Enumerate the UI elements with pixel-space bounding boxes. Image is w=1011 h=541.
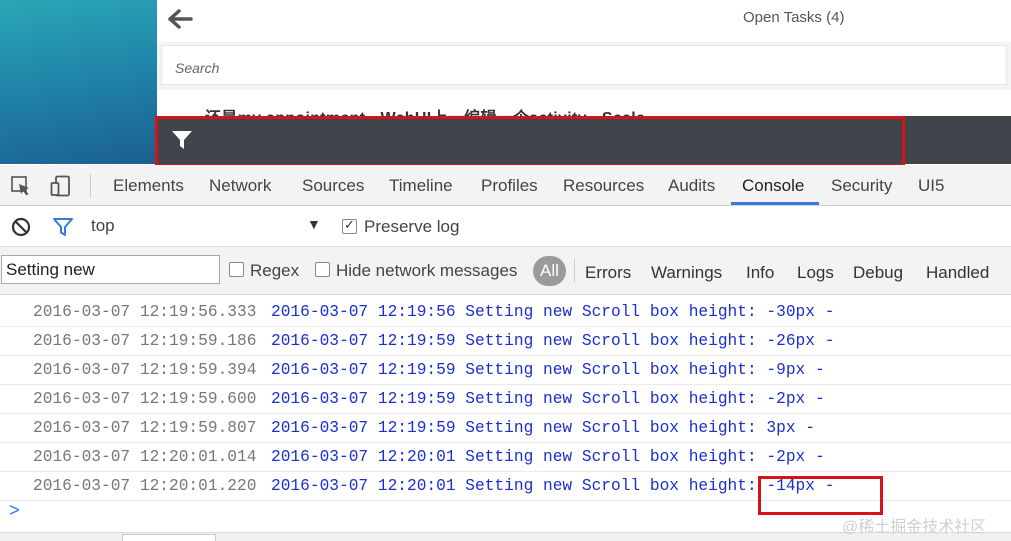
hide-network-label: Hide network messages (336, 261, 518, 280)
console-filter-bar: Regex Hide network messages All Errors W… (0, 247, 1011, 295)
log-message: 2016-03-07 12:20:01 Setting new Scroll b… (271, 477, 835, 495)
regex-checkbox[interactable] (229, 262, 244, 277)
log-message: 2016-03-07 12:19:59 Setting new Scroll b… (271, 390, 825, 408)
log-row: 2016-03-07 12:19:59.394 2016-03-07 12:19… (0, 356, 1011, 385)
tab-timeline[interactable]: Timeline (389, 176, 453, 196)
log-row: 2016-03-07 12:19:59.600 2016-03-07 12:19… (0, 385, 1011, 414)
annotation-highlight-filter-bar (155, 116, 905, 167)
app-header: Open Tasks (4) (157, 0, 1011, 43)
tab-network[interactable]: Network (209, 176, 271, 196)
tab-sources[interactable]: Sources (302, 176, 364, 196)
toolbar-divider (90, 174, 91, 198)
console-toolbar: top ▼ Preserve log (0, 206, 1011, 247)
log-row: 2016-03-07 12:19:56.333 2016-03-07 12:19… (0, 298, 1011, 327)
search-input[interactable]: Search (161, 45, 1007, 85)
active-tab-indicator (731, 202, 819, 205)
regex-label: Regex (250, 261, 300, 280)
level-info-button[interactable]: Info (746, 263, 774, 283)
devtools-tab-bar: Elements Network Sources Timeline Profil… (0, 165, 1011, 206)
console-prompt[interactable]: > (9, 502, 20, 522)
tab-security[interactable]: Security (831, 176, 892, 196)
app-side-panel (0, 0, 157, 164)
level-all-button[interactable]: All (533, 256, 566, 286)
level-logs-button[interactable]: Logs (797, 263, 834, 283)
preserve-log-checkbox[interactable] (342, 217, 357, 234)
back-arrow-icon[interactable] (167, 8, 193, 30)
tab-profiles[interactable]: Profiles (481, 176, 538, 196)
tab-audits[interactable]: Audits (668, 176, 715, 196)
watermark: @稀土掘金技术社区 (842, 519, 987, 536)
clear-console-icon[interactable] (10, 216, 32, 238)
inspect-element-icon[interactable] (10, 175, 32, 197)
log-message: 2016-03-07 12:20:01 Setting new Scroll b… (271, 448, 825, 466)
annotation-highlight-value (758, 476, 883, 515)
log-row: 2016-03-07 12:20:01.014 2016-03-07 12:20… (0, 443, 1011, 472)
context-dropdown-arrow-icon[interactable]: ▼ (307, 216, 321, 232)
log-timestamp: 2016-03-07 12:20:01.220 (33, 477, 257, 495)
tab-elements[interactable]: Elements (113, 176, 184, 196)
log-timestamp: 2016-03-07 12:20:01.014 (33, 448, 257, 466)
log-timestamp: 2016-03-07 12:19:59.807 (33, 419, 257, 437)
log-timestamp: 2016-03-07 12:19:59.186 (33, 332, 257, 350)
level-warnings-button[interactable]: Warnings (651, 263, 722, 283)
page-title: Open Tasks (4) (743, 9, 845, 26)
log-timestamp: 2016-03-07 12:19:56.333 (33, 303, 257, 321)
preserve-log-label: Preserve log (364, 217, 460, 236)
search-placeholder: Search (175, 60, 220, 76)
log-message: 2016-03-07 12:19:59 Setting new Scroll b… (271, 361, 825, 379)
level-divider (574, 259, 575, 283)
log-message: 2016-03-07 12:19:56 Setting new Scroll b… (271, 303, 835, 321)
console-filter-input[interactable] (1, 255, 220, 284)
log-row: 2016-03-07 12:19:59.807 2016-03-07 12:19… (0, 414, 1011, 443)
log-message: 2016-03-07 12:19:59 Setting new Scroll b… (271, 419, 815, 437)
log-message: 2016-03-07 12:19:59 Setting new Scroll b… (271, 332, 835, 350)
console-log: 2016-03-07 12:19:56.333 2016-03-07 12:19… (0, 298, 1011, 501)
context-selector[interactable]: top (91, 216, 115, 236)
tab-resources[interactable]: Resources (563, 176, 644, 196)
device-mode-icon[interactable] (50, 175, 72, 197)
log-timestamp: 2016-03-07 12:19:59.600 (33, 390, 257, 408)
log-timestamp: 2016-03-07 12:19:59.394 (33, 361, 257, 379)
log-row: 2016-03-07 12:19:59.186 2016-03-07 12:19… (0, 327, 1011, 356)
level-errors-button[interactable]: Errors (585, 263, 631, 283)
level-handled-button[interactable]: Handled (926, 263, 989, 283)
filter-toggle-icon[interactable] (52, 216, 74, 238)
tab-console[interactable]: Console (742, 176, 804, 196)
search-area: Search (157, 42, 1011, 90)
hide-network-checkbox[interactable] (315, 262, 330, 277)
tab-ui5[interactable]: UI5 (918, 176, 944, 196)
level-debug-button[interactable]: Debug (853, 263, 903, 283)
